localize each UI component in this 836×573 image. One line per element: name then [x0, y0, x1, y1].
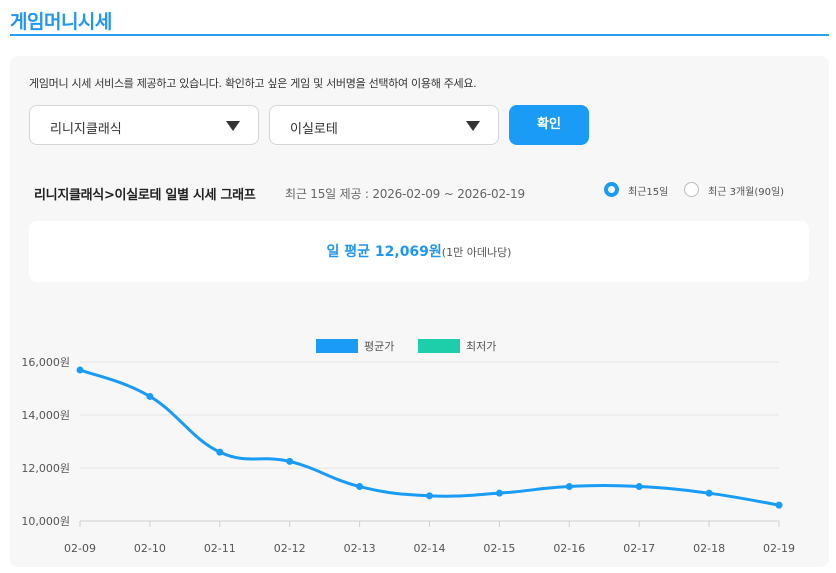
data-point [76, 366, 84, 374]
data-point [495, 489, 503, 497]
x-tick-label: 02-19 [763, 542, 795, 555]
legend-label: 최저가 [466, 340, 496, 353]
data-point [426, 492, 433, 500]
price-line-chart: 10,000원 12,000원 14,000원 16,000원 02-09 02-10 02… [21, 339, 795, 555]
data-point [705, 489, 713, 497]
x-tick-label: 02-16 [553, 542, 585, 555]
y-tick-label: 12,000원 [21, 462, 70, 475]
x-tick-label: 02-09 [64, 542, 96, 555]
y-tick-label: 16,000원 [21, 356, 70, 369]
data-point [775, 501, 783, 509]
x-tick-label: 02-18 [693, 542, 725, 555]
x-tick-label: 02-13 [344, 542, 376, 555]
data-point [565, 483, 573, 491]
data-point [286, 457, 294, 465]
y-tick-label: 10,000원 [21, 515, 70, 528]
data-point [356, 483, 364, 491]
y-tick-label: 14,000원 [21, 409, 70, 422]
legend-swatch [418, 339, 460, 353]
x-tick-label: 02-10 [134, 542, 166, 555]
x-tick-label: 02-15 [483, 542, 515, 555]
legend-swatch [316, 339, 358, 353]
data-point [635, 483, 643, 491]
legend-label: 평균가 [364, 340, 394, 353]
data-point [146, 392, 154, 400]
x-tick-label: 02-14 [414, 542, 446, 555]
x-tick-label: 02-12 [274, 542, 306, 555]
data-point [216, 448, 224, 456]
x-tick-label: 02-17 [623, 542, 655, 555]
series-line [79, 368, 780, 507]
x-tick-label: 02-11 [204, 542, 236, 555]
